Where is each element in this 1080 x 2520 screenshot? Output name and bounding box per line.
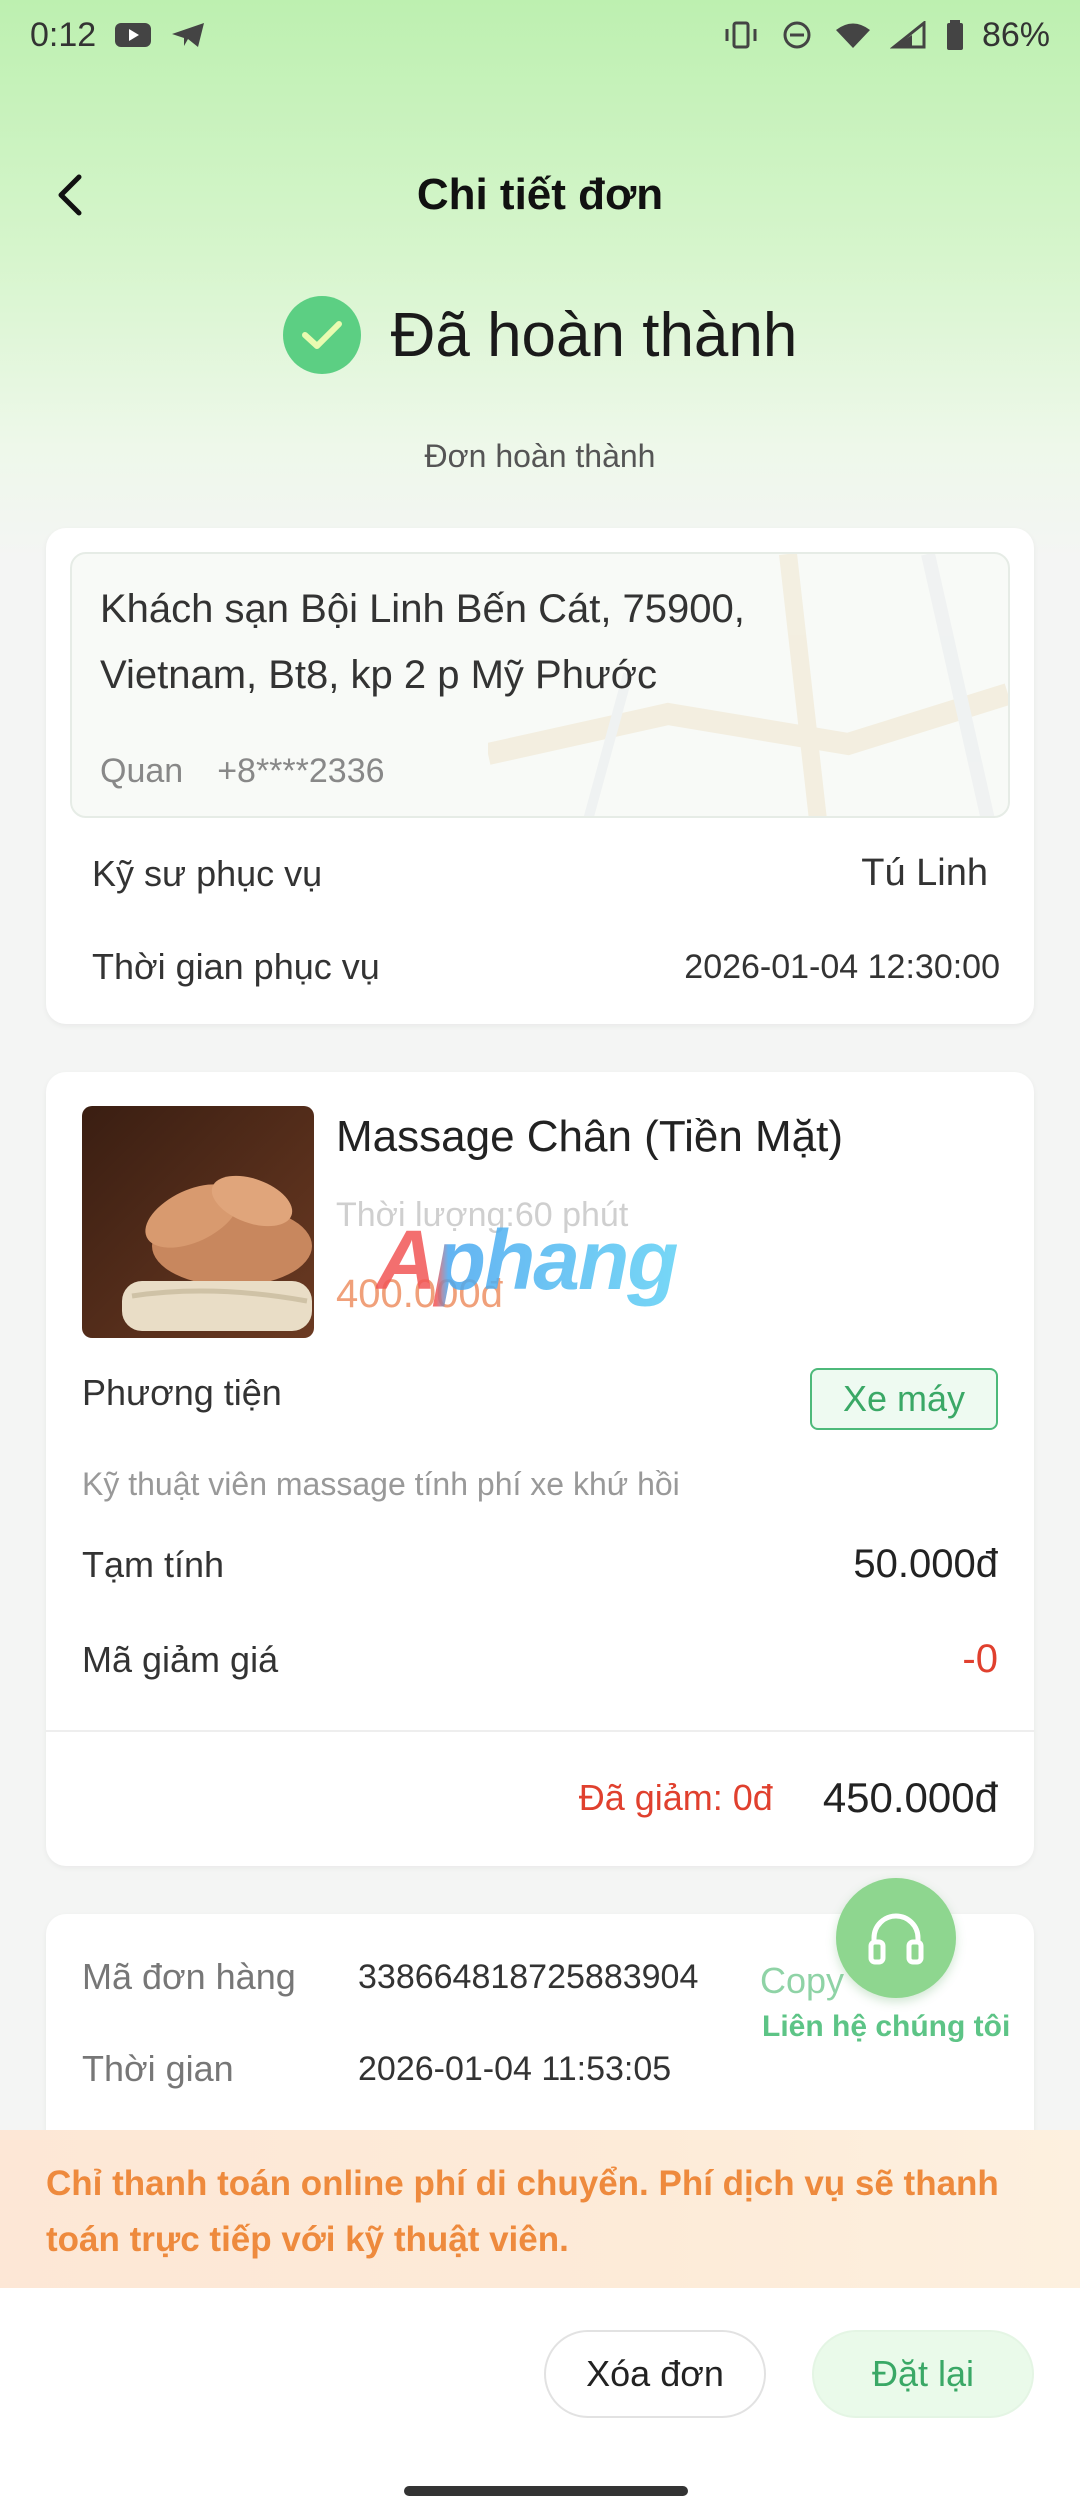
battery-percent: 86% — [981, 15, 1050, 54]
order-code-label: Mã đơn hàng — [82, 1956, 296, 1997]
contact-line: Quan +8****2336 — [100, 752, 385, 791]
address-box[interactable]: Khách sạn Bội Linh Bến Cát, 75900, Vietn… — [70, 552, 1010, 818]
back-button[interactable] — [40, 165, 100, 225]
subtotal-value: 50.000đ — [853, 1542, 998, 1586]
total-row: Đã giảm: 0đ 450.000đ — [579, 1774, 998, 1822]
discount-text: Đã giảm: 0đ — [578, 1777, 773, 1818]
check-circle-icon — [282, 296, 361, 374]
subtotal-row: Tạm tính 50.000đ — [82, 1542, 998, 1587]
order-time-label: Thời gian — [82, 2048, 234, 2089]
bottom-action-bar: Xóa đơn Đặt lại — [0, 2288, 1080, 2520]
service-time-row: Thời gian phục vụ 2026-01-04 12:30:00 — [92, 946, 1000, 988]
payment-notice: Chỉ thanh toán online phí di chuyển. Phí… — [0, 2130, 1080, 2288]
contact-name: Quan — [100, 752, 184, 790]
copy-button[interactable]: Copy — [760, 1960, 844, 2002]
youtube-icon — [115, 23, 152, 47]
headphones-icon — [868, 1913, 924, 1965]
subtotal-label: Tạm tính — [82, 1543, 225, 1585]
engineer-row: Kỹ sư phục vụ Tú Linh — [92, 852, 988, 895]
order-status: Đã hoàn thành — [0, 290, 1080, 380]
order-code-row: Mã đơn hàng 338664818725883904 — [82, 1956, 698, 1998]
contact-us-button[interactable] — [836, 1878, 956, 1998]
vehicle-note: Kỹ thuật viên massage tính phí xe khứ hồ… — [82, 1466, 680, 1502]
vehicle-label: Phương tiện — [82, 1372, 282, 1413]
page-header: Chi tiết đơn — [0, 150, 1080, 240]
service-image — [82, 1106, 314, 1338]
engineer-value: Tú Linh — [861, 852, 988, 894]
contact-us-label[interactable]: Liên hệ chúng tôi — [762, 2010, 1010, 2044]
watermark-logo: Aphang — [376, 1213, 679, 1307]
service-name: Massage Chân (Tiền Mặt) — [336, 1112, 844, 1161]
delete-order-button[interactable]: Xóa đơn — [544, 2330, 766, 2418]
service-time-label: Thời gian phục vụ — [92, 946, 380, 987]
chevron-left-icon — [58, 174, 82, 216]
coupon-value: -0 — [962, 1637, 998, 1681]
vehicle-badge: Xe máy — [810, 1368, 998, 1430]
home-indicator[interactable] — [404, 2486, 688, 2496]
battery-icon — [946, 20, 963, 50]
coupon-row: Mã giảm giá -0 — [82, 1637, 998, 1682]
order-time-row: Thời gian 2026-01-04 11:53:05 — [82, 2048, 671, 2090]
status-bar: 0:12 86% — [0, 0, 1080, 70]
address-text: Khách sạn Bội Linh Bến Cát, 75900, Vietn… — [100, 587, 745, 697]
signal-icon — [889, 21, 926, 49]
page-title: Chi tiết đơn — [416, 170, 664, 219]
header-gradient-background — [0, 0, 1080, 560]
divider — [46, 1730, 1034, 1732]
coupon-label: Mã giảm giá — [82, 1638, 279, 1680]
service-card: Massage Chân (Tiền Mặt) Thời lượng:60 ph… — [46, 1072, 1034, 1866]
dnd-icon — [783, 21, 811, 49]
order-code-value: 338664818725883904 — [358, 1957, 699, 1996]
wifi-icon — [835, 23, 870, 48]
engineer-label: Kỹ sư phục vụ — [92, 852, 323, 894]
telegram-icon — [172, 23, 205, 47]
reorder-button[interactable]: Đặt lại — [812, 2330, 1034, 2418]
service-time-value: 2026-01-04 12:30:00 — [684, 947, 1000, 986]
vibrate-icon — [725, 21, 757, 49]
status-subtitle: Đơn hoàn thành — [424, 438, 656, 474]
contact-phone: +8****2336 — [217, 752, 385, 790]
total-amount: 450.000đ — [822, 1774, 998, 1821]
order-time-value: 2026-01-04 11:53:05 — [358, 2049, 672, 2088]
status-title: Đã hoàn thành — [390, 300, 798, 370]
address-card: Khách sạn Bội Linh Bến Cát, 75900, Vietn… — [46, 528, 1034, 1024]
status-time: 0:12 — [30, 15, 97, 54]
